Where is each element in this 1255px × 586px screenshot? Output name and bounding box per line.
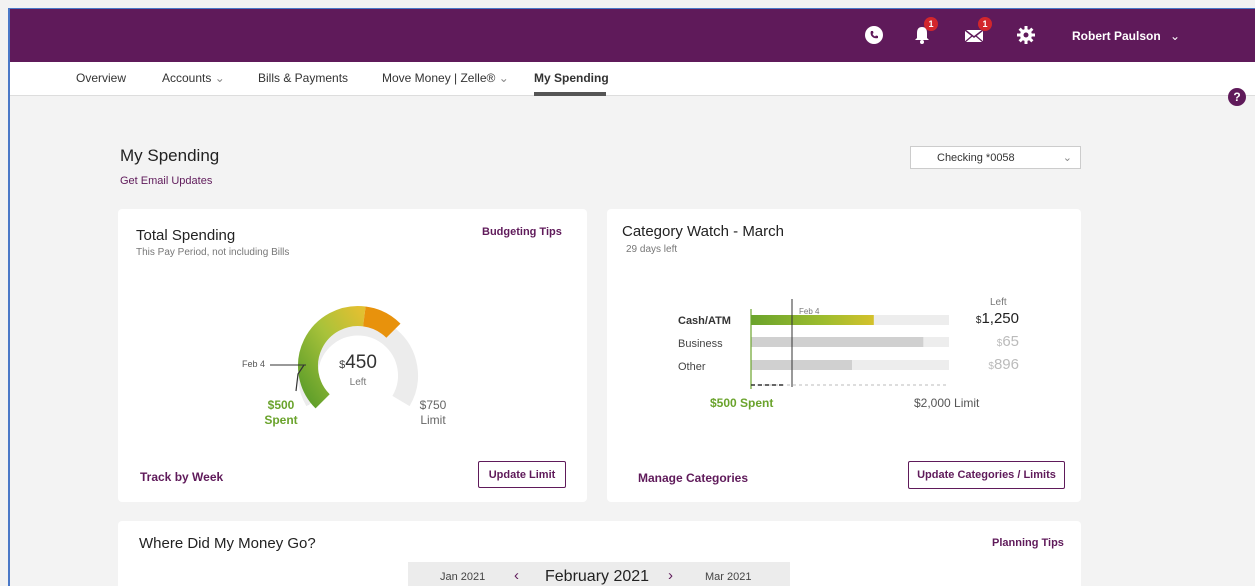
- main-nav: Overview Accounts ⌄ Bills & Payments Mov…: [10, 62, 1255, 96]
- gauge-spent-label: $500 Spent: [264, 398, 298, 427]
- gauge-limit-label: $750 Limit: [419, 398, 447, 427]
- user-name: Robert Paulson: [1072, 29, 1161, 43]
- account-select-value: Checking *0058: [937, 152, 1015, 164]
- mail-icon[interactable]: 1: [962, 17, 992, 47]
- chevron-down-icon: ⌄: [1062, 152, 1072, 164]
- total-spending-card: Total Spending This Pay Period, not incl…: [118, 209, 587, 502]
- page-title: My Spending: [120, 146, 220, 165]
- category-watch-card: Category Watch - March 29 days left Left: [607, 209, 1081, 502]
- track-by-week-link[interactable]: Track by Week: [140, 470, 223, 484]
- bar-fill-business: [751, 337, 924, 347]
- browser-window: 1 1 Robert Paulson ⌄ Overview Accounts ⌄…: [8, 8, 1255, 586]
- category-watch-title: Category Watch - March: [622, 223, 784, 240]
- category-label-business: Business: [678, 338, 723, 350]
- manage-categories-link[interactable]: Manage Categories: [638, 471, 748, 485]
- top-bar: 1 1 Robert Paulson ⌄: [10, 9, 1255, 62]
- prev-month-arrow-icon[interactable]: ‹: [514, 567, 519, 584]
- planning-tips-link[interactable]: Planning Tips: [992, 537, 1064, 549]
- bell-icon[interactable]: 1: [910, 17, 938, 47]
- gauge-left-label: Left: [349, 377, 367, 388]
- nav-overview[interactable]: Overview: [76, 71, 126, 85]
- where-money-title: Where Did My Money Go?: [139, 535, 316, 552]
- next-month-arrow-icon[interactable]: ›: [668, 567, 673, 584]
- current-month: February 2021: [545, 568, 650, 585]
- update-categories-limits-button[interactable]: Update Categories / Limits: [908, 461, 1065, 489]
- nav-my-spending[interactable]: My Spending: [534, 71, 609, 85]
- category-label-cash-atm: Cash/ATM: [678, 315, 731, 327]
- bar-fill-other: [751, 360, 852, 370]
- message-badge: 1: [978, 17, 992, 31]
- get-email-updates-link[interactable]: Get Email Updates: [120, 175, 212, 187]
- account-select[interactable]: Checking *0058 ⌄: [910, 146, 1081, 169]
- category-left-cash-atm: $1,250: [975, 310, 1019, 327]
- active-tab-indicator: [534, 92, 606, 96]
- chevron-down-icon: ⌄: [498, 71, 509, 85]
- bar-fill-cash-atm: [751, 315, 874, 325]
- left-column-header: Left: [990, 297, 1007, 308]
- gauge-left-amount: $450: [339, 352, 377, 373]
- nav-bills-payments[interactable]: Bills & Payments: [258, 71, 348, 85]
- help-icon[interactable]: ?: [1228, 88, 1246, 106]
- category-left-other: $896: [988, 356, 1019, 373]
- phone-icon[interactable]: [862, 23, 886, 47]
- category-label-other: Other: [678, 361, 706, 373]
- update-limit-button[interactable]: Update Limit: [478, 461, 566, 488]
- gauge-date-marker: Feb 4: [242, 359, 266, 369]
- total-spending-subtitle: This Pay Period, not including Bills: [136, 247, 290, 258]
- category-spent-label: $500 Spent: [710, 396, 774, 410]
- nav-accounts[interactable]: Accounts ⌄: [162, 71, 225, 85]
- chevron-down-icon: ⌄: [214, 71, 225, 85]
- category-watch-subtitle: 29 days left: [626, 244, 678, 255]
- prev-month-link[interactable]: Jan 2021: [440, 571, 485, 583]
- user-menu[interactable]: Robert Paulson ⌄: [1072, 29, 1180, 43]
- gear-icon[interactable]: [1014, 23, 1038, 47]
- next-month-link[interactable]: Mar 2021: [705, 571, 751, 583]
- notification-badge: 1: [924, 17, 938, 31]
- total-spending-title: Total Spending: [136, 227, 236, 244]
- chevron-down-icon: ⌄: [1170, 29, 1181, 43]
- category-date-marker: Feb 4: [799, 307, 820, 316]
- category-bars-chart: [750, 299, 949, 389]
- category-limit-label: $2,000 Limit: [914, 396, 980, 410]
- month-selector: Jan 2021 ‹ February 2021 › Mar 2021: [408, 562, 790, 586]
- budgeting-tips-link[interactable]: Budgeting Tips: [482, 226, 562, 238]
- category-left-business: $65: [996, 333, 1019, 350]
- nav-move-money[interactable]: Move Money | Zelle® ⌄: [382, 71, 509, 85]
